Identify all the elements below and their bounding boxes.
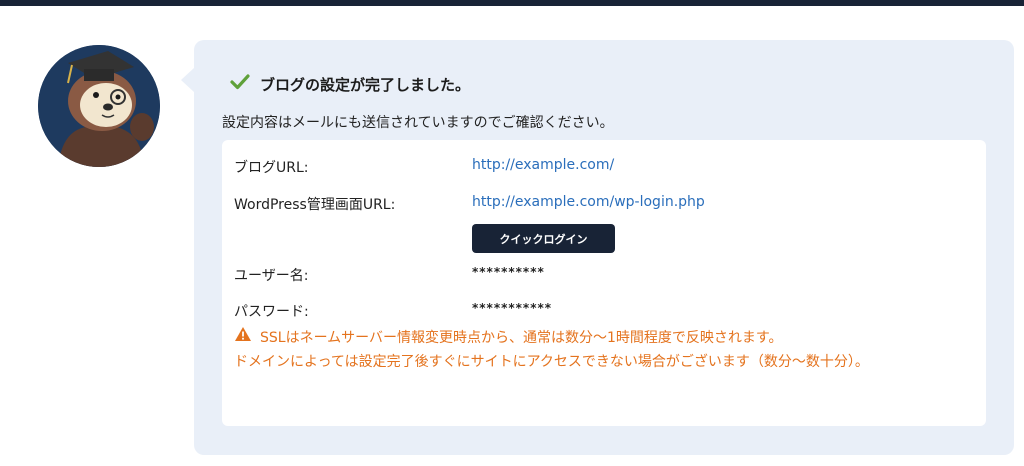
- quick-login-button[interactable]: クイックログイン: [472, 224, 615, 253]
- ssl-notice-line2: ドメインによっては設定完了後すぐにサイトにアクセスできない場合がございます（数分…: [234, 354, 869, 370]
- blog-url-link[interactable]: http://example.com/: [472, 157, 614, 173]
- ssl-notice-line1: SSLはネームサーバー情報変更時点から、通常は数分〜1時間程度で反映されます。: [260, 330, 783, 346]
- settings-card: ブログURL: http://example.com/ WordPress管理画…: [222, 140, 986, 426]
- completion-heading: ブログの設定が完了しました。: [230, 72, 470, 96]
- ssl-notice: SSLはネームサーバー情報変更時点から、通常は数分〜1時間程度で反映されます。 …: [234, 326, 969, 374]
- checkmark-icon: [230, 74, 250, 94]
- warning-triangle-icon: [234, 326, 252, 350]
- admin-url-link[interactable]: http://example.com/wp-login.php: [472, 194, 705, 210]
- completion-panel: ブログの設定が完了しました。 設定内容はメールにも送信されていますのでご確認くだ…: [181, 40, 1014, 455]
- username-label: ユーザー名:: [234, 268, 309, 284]
- password-value: ***********: [472, 301, 553, 315]
- username-value: **********: [472, 265, 545, 279]
- completion-subtitle: 設定内容はメールにも送信されていますのでご確認ください。: [222, 115, 614, 131]
- admin-url-label: WordPress管理画面URL:: [234, 197, 396, 213]
- blog-url-label: ブログURL:: [234, 160, 309, 176]
- mascot-avatar: [38, 45, 160, 167]
- password-label: パスワード:: [234, 304, 309, 320]
- top-bar: [0, 0, 1024, 6]
- completion-title: ブログの設定が完了しました。: [260, 75, 471, 94]
